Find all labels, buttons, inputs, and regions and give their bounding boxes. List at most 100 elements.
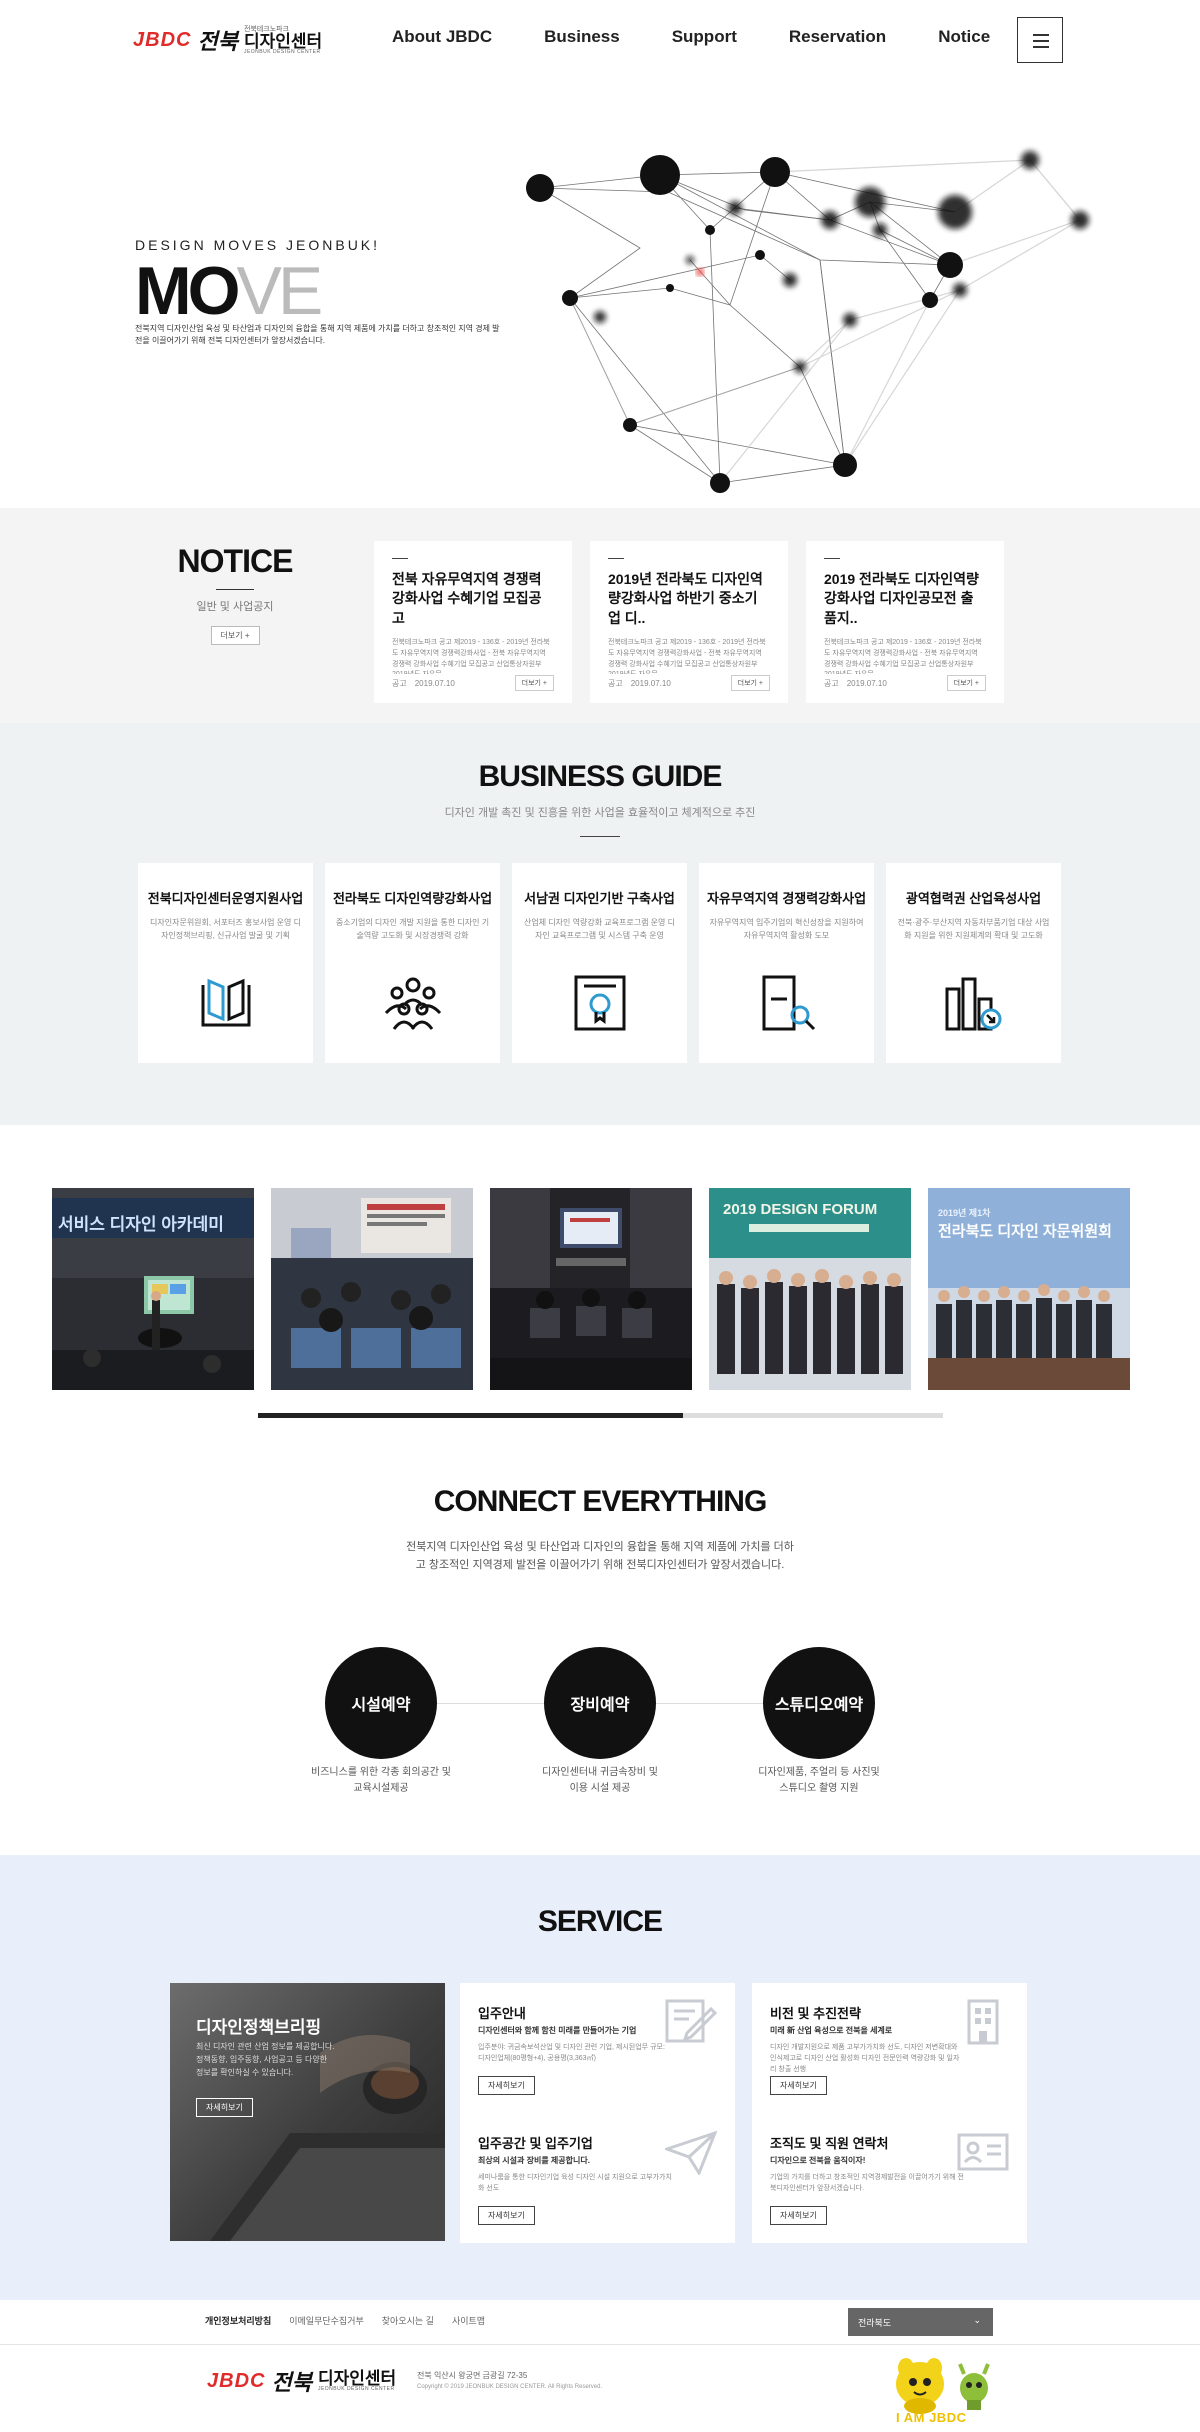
circle-label: 스튜디오예약 [774,1697,864,1714]
notice-card-date: 2019.07.10 [630,679,671,688]
nav-notice[interactable]: Notice [938,27,990,47]
notice-card-category: 공고 [824,679,839,688]
footer-info: 전북 익산시 왕궁면 금광길 72-35 Copyright © 2019 JE… [417,2370,602,2392]
notice-card-more-button[interactable]: 더보기 + [730,675,770,691]
notice-card-more-label: 더보기 [737,680,757,687]
service-card-button[interactable]: 자세히보기 [478,2206,535,2225]
service-card-button[interactable]: 자세히보기 [478,2076,535,2095]
chevron-down-icon: ⌄ [973,2315,981,2325]
paper-plane-icon [665,2130,717,2175]
edit-form-icon [665,1999,717,2043]
gallery-scrollbar[interactable] [258,1413,943,1418]
business-card[interactable]: 전북디자인센터운영지원사업 디자인자문위원회, 서포터즈 홍보사업 운영 디자인… [138,863,313,1063]
policy-briefing-card[interactable]: 디자인정책브리핑 최신 디자인 관련 산업 정보를 제공합니다. 정책동향, 입… [170,1983,445,2241]
hamburger-line [1033,40,1049,42]
business-card-desc: 디자인자문위원회, 서포터즈 홍보사업 운영 디자인정책브리핑, 신규사업 발굴… [150,918,301,940]
feature-title: 디자인정책브리핑 [196,2018,322,2037]
hamburger-line [1033,46,1049,48]
feature-detail-button[interactable]: 자세히보기 [196,2098,253,2117]
service-title: SERVICE [537,1905,663,1938]
family-site-select[interactable]: 전라북도 ⌄ [848,2308,993,2336]
service-card[interactable]: 입주안내 디자인센터와 함께 함친 미래를 만들어가는 기업 입주분야: 귀금속… [460,1983,735,2113]
facility-reservation-button[interactable]: 시설예약 [325,1647,437,1759]
service-card-body: 기업의 가치를 더하고 창조적인 지역경제발전을 이끌어가기 위해 전북디자인센… [770,2174,964,2193]
notice-card[interactable]: 전북 자유무역지역 경쟁력 강화사업 수혜기업 모집공고 전북테크노파크 공고 … [374,541,572,703]
service-card-button[interactable]: 자세히보기 [770,2206,827,2225]
studio-caption: 디자인제품, 주얼리 등 사진및 스튜디오 촬영 지원 [719,1765,919,1797]
photo-conference-room [490,1188,692,1390]
service-card-body: 입주분야: 귀금속보석산업 및 디자인 관련 기업, 제시된업무 규모: 디자인… [478,2044,665,2063]
service-card-button[interactable]: 자세히보기 [770,2076,827,2095]
connect-title: CONNECT EVERYTHING [433,1485,768,1518]
gallery-photo[interactable]: 2019년 제1차 전라북도 디자인 자문위원회 [928,1188,1130,1390]
hamburger-menu-button[interactable] [1017,17,1063,63]
logo-main-text: 디자인센터 [243,31,323,51]
page: JBDC 전북 전북테크노파크 디자인센터 JEONBUK DESIGN CEN… [0,0,1200,2432]
business-card-desc: 자유무역지역 입주기업의 혁신성장을 지원하여 자유무역지역 활성화 도모 [709,918,864,940]
connect-desc-line: 전북지역 디자인산업 육성 및 타산업과 디자인의 융합을 통해 지역 제품에 … [406,1541,794,1553]
site-logo[interactable]: JBDC 전북 전북테크노파크 디자인센터 JEONBUK DESIGN CEN… [133,24,322,56]
business-card[interactable]: 서남권 디자인기반 구축사업 산업체 디자인 역량강화 교육프로그램 운영 디자… [512,863,687,1063]
hero-section: DESIGN MOVES JEONBUK! MOVE 전북지역 디자인산업 육성… [0,80,1200,508]
business-card-desc: 산업체 디자인 역량강화 교육프로그램 운영 디자인 교육프로그램 및 시스템 … [524,918,675,940]
notice-card-more-button[interactable]: 더보기 + [514,675,554,691]
gallery-photo[interactable]: 서비스 디자인 아카데미 [52,1188,254,1390]
notice-card-more-button[interactable]: 더보기 + [946,675,986,691]
gallery-photo[interactable] [490,1188,692,1390]
nav-about[interactable]: About JBDC [392,27,492,47]
notice-more-label: 더보기 [220,631,243,640]
equipment-reservation-button[interactable]: 장비예약 [544,1647,656,1759]
nav-support[interactable]: Support [672,27,737,47]
notice-card-title[interactable]: 전북 자유무역지역 경쟁력 강화사업 수혜기업 모집공고 [392,570,554,628]
business-guide-section: BUSINESS GUIDE 디자인 개발 촉진 및 진흥을 위한 사업을 효율… [0,723,1200,1125]
logo-main-text: 디자인센터 [317,2369,397,2388]
business-card[interactable]: 자유무역지역 경쟁력강화사업 자유무역지역 입주기업의 혁신성장을 지원하여 자… [699,863,874,1063]
notice-card-date: 2019.07.10 [846,679,887,688]
service-card[interactable]: 조직도 및 직원 연락처 디자인으로 전북을 움직이자! 기업의 가치를 더하고… [752,2113,1027,2243]
footer-logo[interactable]: JBDC 전북 디자인센터 JEONBUK DESIGN CENTER [207,2365,396,2397]
facility-caption: 비즈니스를 위한 각종 회의공간 및 교육시설제공 [281,1765,481,1797]
notice-divider [216,589,254,590]
gallery-photo[interactable] [271,1188,473,1390]
notice-more-button[interactable]: 더보기 + [210,626,260,645]
logo-jbdc-text: JBDC [133,28,192,51]
service-card[interactable]: 비전 및 추진전략 미래 新 산업 육성으로 전북을 세계로 디자인 개발지원으… [752,1983,1027,2113]
studio-reservation-button[interactable]: 스튜디오예약 [763,1647,875,1759]
footer-link-privacy[interactable]: 개인정보처리방침 [205,2314,271,2327]
footer-divider [0,2344,1200,2345]
footer-copyright: Copyright © 2019 JEONBUK DESIGN CENTER. … [417,2383,603,2390]
service-card-body: 세미나룸을 통한 디자인기업 육성 디자인 시설 지원으로 고부가가치화 선도 [478,2174,672,2193]
notice-card[interactable]: 2019 전라북도 디자인역량강화사업 디자인공모전 출품지.. 전북테크노파크… [806,541,1004,703]
footer-link-email-policy[interactable]: 이메일무단수집거부 [289,2314,364,2327]
nav-reservation[interactable]: Reservation [789,27,886,47]
business-card[interactable]: 전라북도 디자인역량강화사업 중소기업의 디자인 개발 지원을 통한 디자인 기… [325,863,500,1063]
gallery-scrollbar-thumb[interactable] [258,1413,683,1418]
business-subtitle: 디자인 개발 촉진 및 진흥을 위한 사업을 효율적이고 체계적으로 추진 [444,807,756,819]
business-card-title: 전북디자인센터운영지원사업 [147,891,304,906]
notice-card-title[interactable]: 2019 전라북도 디자인역량강화사업 디자인공모전 출품지.. [824,570,986,628]
footer-links: 개인정보처리방침 이메일무단수집거부 찾아오시는 길 사이트맵 [205,2314,503,2327]
footer-link-directions[interactable]: 찾아오시는 길 [382,2314,434,2327]
caption-line: 디자인센터내 귀금속장비 및 [542,1767,658,1778]
hero-title-mo: MO [135,253,241,329]
footer-link-sitemap[interactable]: 사이트맵 [452,2314,485,2327]
notice-card-title[interactable]: 2019년 전라북도 디자인역량강화사업 하반기 중소기업 디.. [608,570,770,628]
service-card[interactable]: 입주공간 및 입주기업 최상의 시설과 장비를 제공합니다. 세미나룸을 통한 … [460,2113,735,2243]
caption-line: 교육시설제공 [353,1783,409,1794]
building-icon [967,1999,999,2045]
business-card-desc: 중소기업의 디자인 개발 지원을 통한 디자인 기술역량 고도화 및 시장경쟁력… [335,918,490,940]
gallery-photo[interactable]: 2019 DESIGN FORUM [709,1188,911,1390]
photo-advisory-committee: 2019년 제1차 전라북도 디자인 자문위원회 [928,1188,1130,1390]
business-card[interactable]: 광역협력권 산업육성사업 전북·광주·부산지역 자동차부품기업 대상 사업화 지… [886,863,1061,1063]
caption-line: 비즈니스를 위한 각종 회의공간 및 [311,1767,451,1778]
footer-address: 전북 익산시 왕궁면 금광길 72-35 [417,2371,528,2380]
notice-card-dash [392,558,408,559]
logo-sub-text: JEONBUK DESIGN CENTER [243,48,321,55]
nav-business[interactable]: Business [544,27,620,47]
photo-lecture-hall [271,1188,473,1390]
id-card-icon [957,2133,1009,2171]
notice-card[interactable]: 2019년 전라북도 디자인역량강화사업 하반기 중소기업 디.. 전북테크노파… [590,541,788,703]
notice-card-more-label: 더보기 [521,680,541,687]
business-card-desc: 전북·광주·부산지역 자동차부품기업 대상 사업화 지원을 위한 지원체계의 확… [897,918,1050,940]
connect-section: CONNECT EVERYTHING 전북지역 디자인산업 육성 및 타산업과 … [0,1445,1200,1855]
